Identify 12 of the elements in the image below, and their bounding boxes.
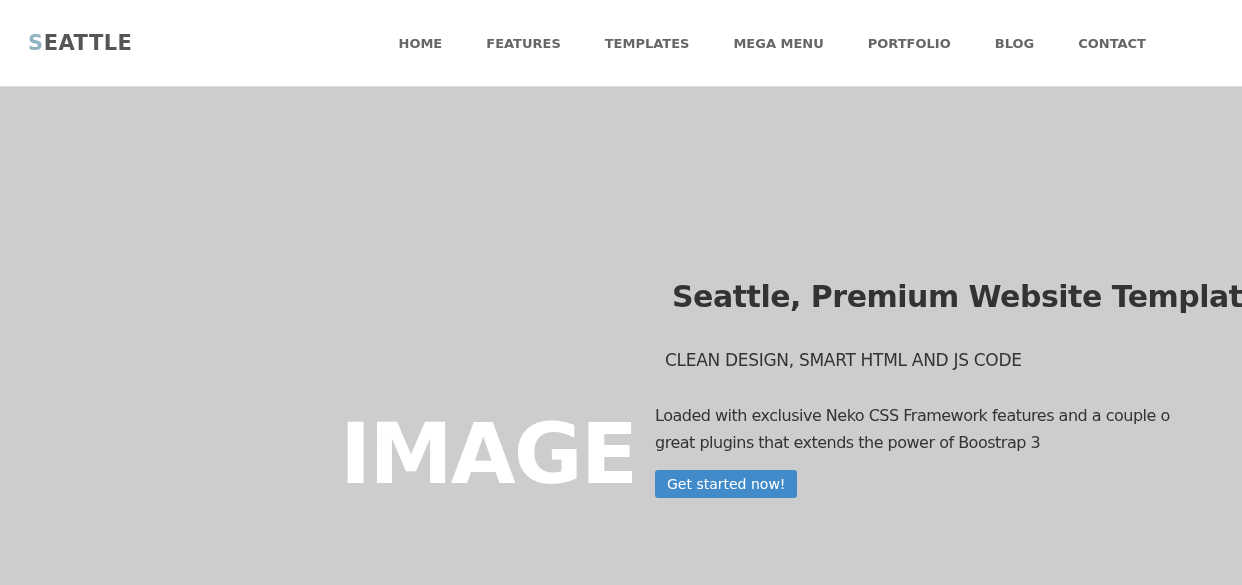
nav-link[interactable]: PORTFOLIO [845,35,973,51]
nav-link[interactable]: HOME [376,35,465,51]
nav-link[interactable]: MEGA MENU [711,35,846,51]
hero-description: Loaded with exclusive Neko CSS Framework features and a couple o great plugins that extends the power of Boostrap 3 [655,405,1170,454]
nav-link[interactable]: FEATURES [464,35,583,51]
get-started-button[interactable]: Get started now! [655,470,798,498]
hero-subtitle: CLEAN DESIGN, SMART HTML AND JS CODE [665,350,1022,370]
nav-link[interactable]: TEMPLATES [582,35,712,51]
hero-title: Seattle, Premium Website Templat [672,279,1242,314]
nav-link[interactable]: CONTACT [1056,35,1168,51]
nav-link[interactable]: BLOG [972,35,1057,51]
logo[interactable]: SEATTLE [28,31,133,55]
